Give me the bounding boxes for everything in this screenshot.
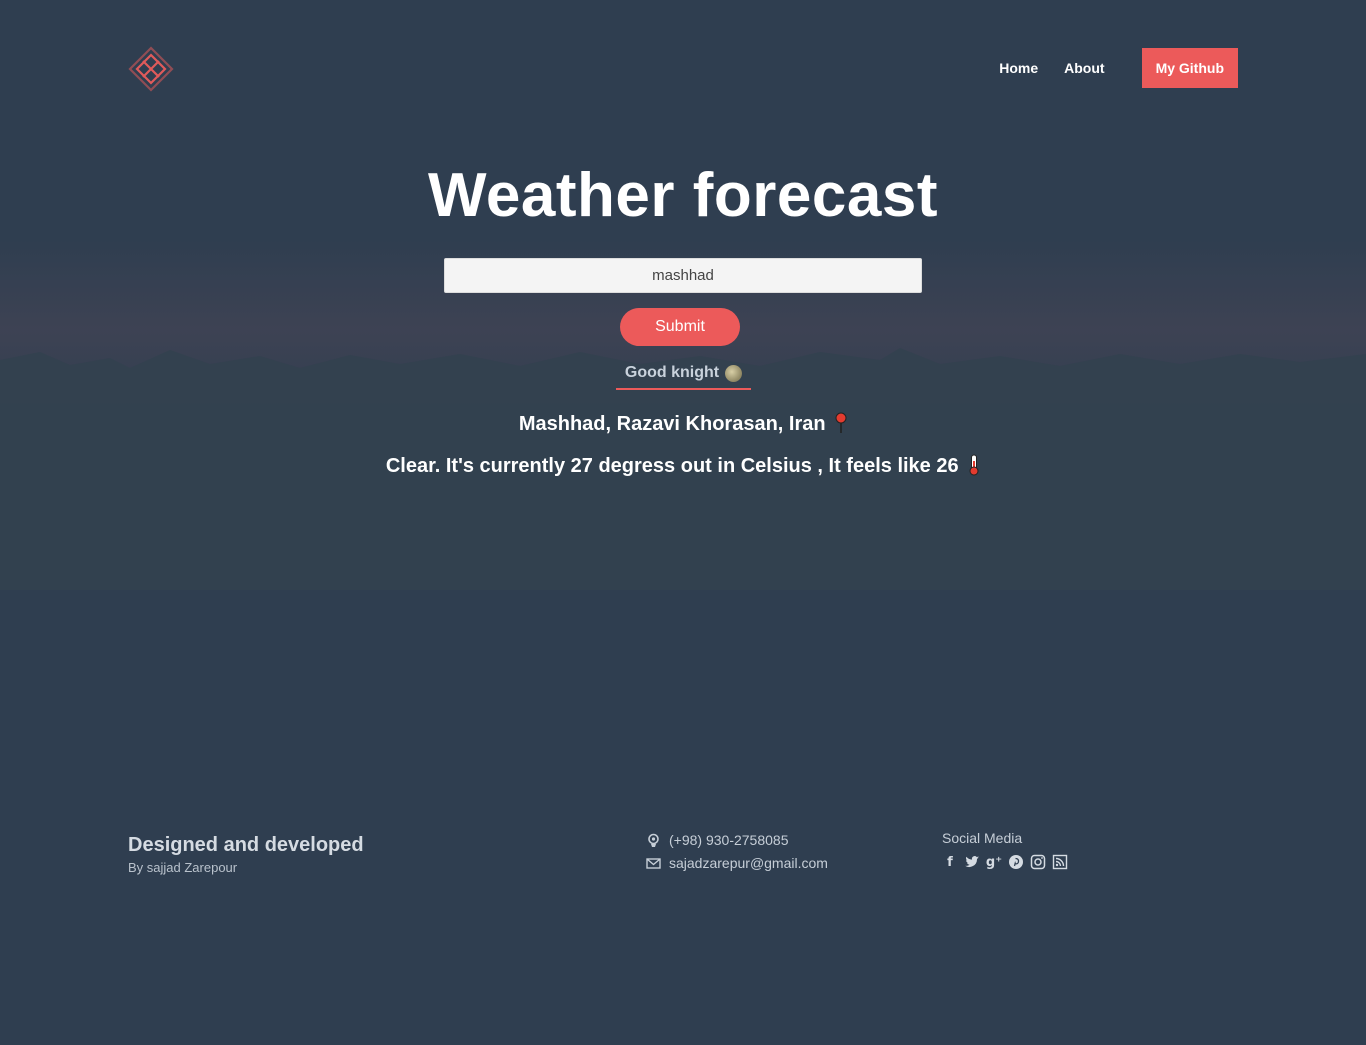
conditions-text: Clear. It's currently 27 degress out in … [0, 454, 1366, 478]
instagram-icon[interactable] [1030, 854, 1046, 870]
pinterest-icon[interactable] [1008, 854, 1024, 870]
footer-phone: (+98) 930-2758085 [646, 832, 789, 848]
footer-email: sajadzarepur@gmail.com [646, 855, 828, 871]
greeting-label: Good knight [624, 364, 720, 381]
moon-icon [725, 364, 743, 382]
greeting-tab: Good knight [616, 358, 751, 390]
rss-icon[interactable] [1052, 854, 1068, 870]
nav-home-link[interactable]: Home [999, 60, 1038, 76]
facebook-icon[interactable]: f [942, 854, 958, 870]
github-button[interactable]: My Github [1141, 48, 1238, 88]
thermometer-icon [969, 454, 979, 476]
diamond-logo-icon[interactable] [128, 46, 174, 92]
page-title: Weather forecast [428, 161, 938, 230]
twitter-icon[interactable] [964, 854, 980, 870]
footer-subtitle: By sajjad Zarepour [128, 860, 238, 875]
phone-icon [648, 833, 659, 847]
city-search-input[interactable] [444, 258, 922, 293]
social-icons: f g⁺ [942, 854, 1068, 870]
phone-number[interactable]: (+98) 930-2758085 [669, 832, 789, 848]
pin-icon [835, 412, 847, 433]
header: Home About My Github [0, 0, 1366, 130]
nav-about-link[interactable]: About [1064, 60, 1104, 76]
email-address[interactable]: sajadzarepur@gmail.com [669, 855, 828, 871]
location-label: Mashhad, Razavi Khorasan, Iran [518, 413, 826, 435]
location-text: Mashhad, Razavi Khorasan, Iran [0, 412, 1366, 436]
social-media-title: Social Media [942, 830, 1023, 846]
conditions-label: Clear. It's currently 27 degress out in … [385, 455, 959, 477]
footer: Designed and developed By sajjad Zarepou… [0, 820, 1366, 900]
envelope-icon [646, 857, 661, 869]
footer-title: Designed and developed [128, 834, 364, 856]
submit-button[interactable]: Submit [620, 308, 740, 346]
main-nav: Home About My Github [973, 48, 1238, 88]
google-plus-icon[interactable]: g⁺ [986, 854, 1002, 870]
